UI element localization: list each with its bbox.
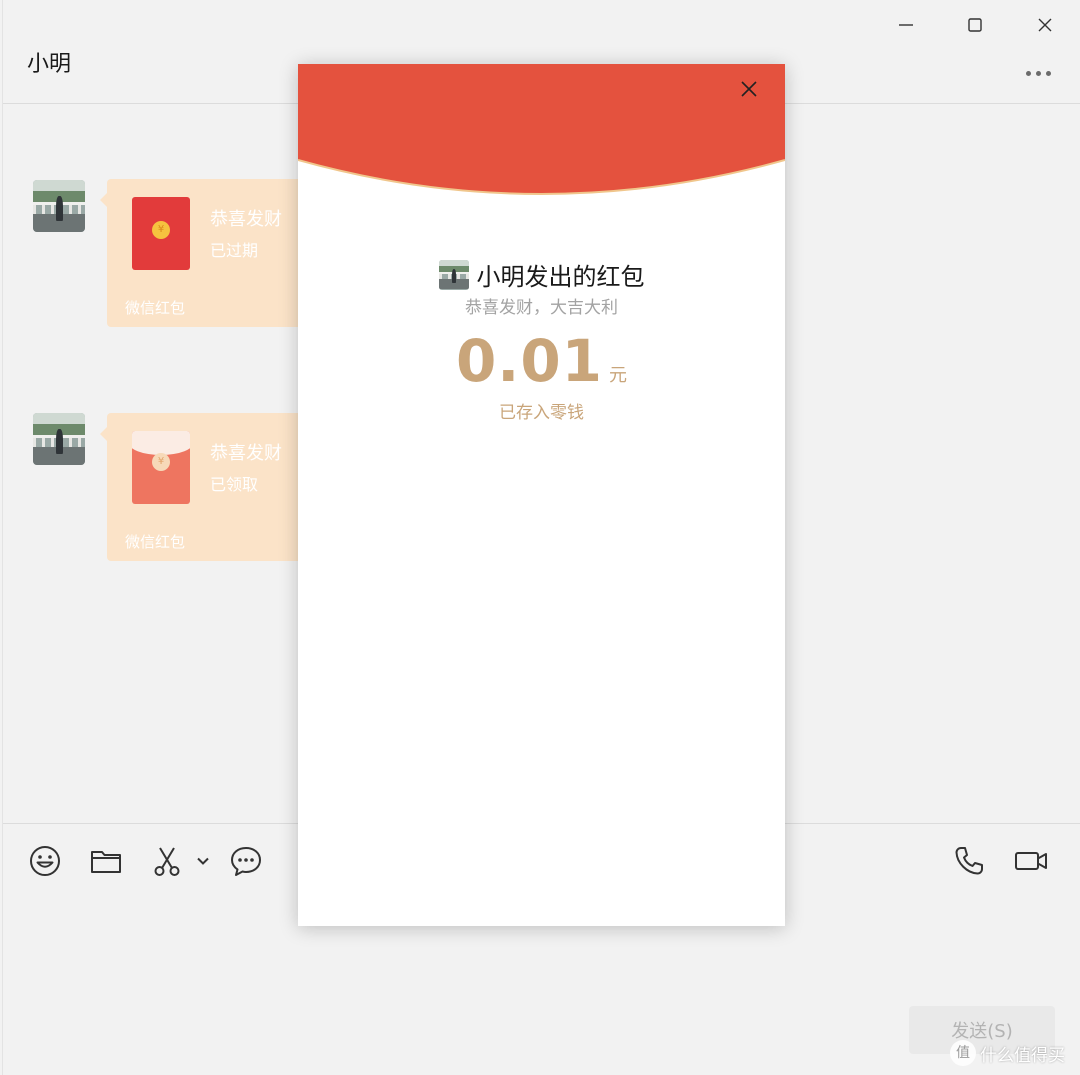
close-icon	[1038, 18, 1052, 32]
red-packet-message[interactable]: ¥ 恭喜发财 已领取 微信红包	[100, 413, 327, 561]
watermark: 值 什么值得买	[950, 1040, 1065, 1066]
voice-call-button[interactable]	[950, 842, 988, 880]
amount-value: 0.01	[455, 327, 604, 395]
file-button[interactable]	[87, 842, 125, 880]
chevron-down-icon	[197, 857, 209, 865]
dialog-close-button[interactable]	[734, 74, 764, 104]
screenshot-options-button[interactable]	[188, 842, 218, 880]
amount-unit: 元	[609, 365, 628, 386]
red-envelope-icon: ¥	[132, 197, 190, 270]
window-border	[2, 0, 3, 1075]
maximize-icon	[968, 18, 982, 32]
watermark-text: 什么值得买	[980, 1045, 1065, 1066]
screenshot-button[interactable]	[148, 842, 186, 880]
stored-to-change-link[interactable]: 已存入零钱	[298, 398, 785, 423]
emoji-icon	[30, 846, 60, 876]
red-packet-dialog: 小明发出的红包 恭喜发财，大吉大利 0.01 元 已存入零钱	[298, 64, 785, 926]
wish-message: 恭喜发财，大吉大利	[465, 298, 618, 318]
more-options-button[interactable]	[1016, 60, 1060, 86]
video-icon	[1015, 852, 1047, 870]
opened-envelope-icon: ¥	[132, 431, 190, 504]
amount-row: 0.01 元	[298, 327, 785, 395]
more-dot	[1045, 70, 1051, 76]
red-packet-title: 恭喜发财	[210, 443, 282, 464]
maximize-button[interactable]	[958, 8, 992, 42]
red-packet-footer: 微信红包	[125, 299, 186, 317]
emoji-button[interactable]	[26, 842, 64, 880]
sender-row: 小明发出的红包	[298, 257, 785, 292]
sender-line: 小明发出的红包	[476, 263, 645, 291]
red-packet-title: 恭喜发财	[210, 209, 282, 230]
dialog-header-banner	[298, 64, 785, 195]
chat-title: 小明	[27, 52, 72, 77]
coin-icon: ¥	[152, 453, 170, 471]
avatar[interactable]	[33, 180, 85, 232]
chat-history-button[interactable]	[227, 842, 265, 880]
sender-avatar	[438, 259, 469, 290]
phone-icon	[955, 847, 983, 875]
red-packet-message[interactable]: ¥ 恭喜发财 已过期 微信红包	[100, 179, 327, 327]
red-packet-status: 已过期	[210, 241, 259, 260]
close-window-button[interactable]	[1028, 8, 1062, 42]
coin-icon: ¥	[152, 221, 170, 239]
more-dot	[1035, 70, 1041, 76]
red-packet-status: 已领取	[210, 475, 259, 494]
red-packet-footer: 微信红包	[125, 533, 186, 551]
chat-bubble-icon	[231, 847, 261, 876]
video-call-button[interactable]	[1012, 842, 1050, 880]
watermark-badge: 值	[950, 1040, 976, 1066]
avatar[interactable]	[33, 413, 85, 465]
minimize-button[interactable]	[889, 8, 923, 42]
folder-icon	[91, 851, 121, 873]
more-dot	[1025, 70, 1031, 76]
close-icon	[741, 81, 757, 97]
minimize-icon	[899, 24, 913, 26]
scissors-icon	[154, 847, 180, 876]
